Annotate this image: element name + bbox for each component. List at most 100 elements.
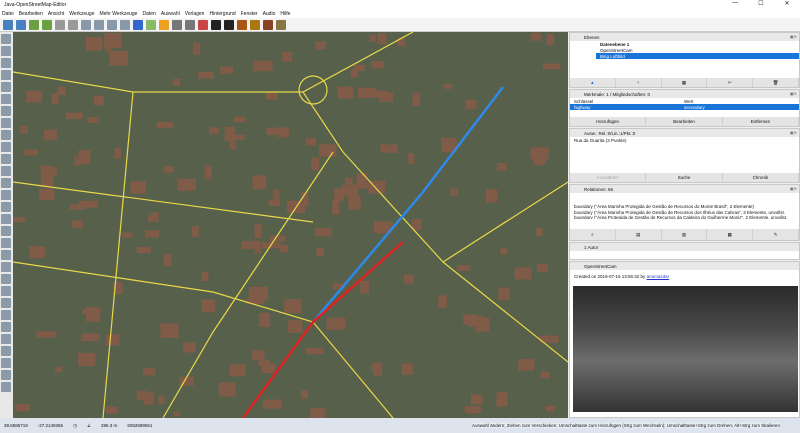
tool-button-icon[interactable] bbox=[1, 70, 11, 80]
menu-10[interactable]: Audio bbox=[263, 11, 276, 17]
tool-button-icon[interactable] bbox=[1, 262, 11, 272]
tool-button-icon[interactable] bbox=[1, 154, 11, 164]
delete-relation-button[interactable]: ▦ bbox=[707, 229, 754, 240]
relation-item[interactable]: boundary ("Área Protegida de Gestão de R… bbox=[570, 215, 799, 219]
toolbar-button-icon[interactable] bbox=[68, 20, 78, 30]
tool-button-icon[interactable] bbox=[1, 142, 11, 152]
toolbar-button-icon[interactable] bbox=[172, 20, 182, 30]
menu-8[interactable]: Hintergrund bbox=[209, 11, 235, 17]
tool-button-icon[interactable] bbox=[1, 334, 11, 344]
tool-button-icon[interactable] bbox=[1, 226, 11, 236]
toolbar-button-icon[interactable] bbox=[29, 20, 39, 30]
roof bbox=[109, 51, 129, 66]
merge-button[interactable]: ▦ bbox=[662, 78, 708, 87]
tool-button-icon[interactable] bbox=[1, 118, 11, 128]
move-down-button[interactable]: ▼ bbox=[616, 78, 662, 87]
history-button[interactable]: Chronik bbox=[723, 173, 799, 182]
tool-button-icon[interactable] bbox=[1, 370, 11, 380]
menu-1[interactable]: Bearbeiten bbox=[19, 11, 43, 17]
toolbar-button-icon[interactable] bbox=[107, 20, 117, 30]
tool-button-icon[interactable] bbox=[1, 250, 11, 260]
minimize-button[interactable]: — bbox=[722, 0, 748, 7]
map-view[interactable] bbox=[13, 32, 568, 418]
tool-button-icon[interactable] bbox=[1, 238, 11, 248]
tool-button-icon[interactable] bbox=[1, 130, 11, 140]
search-button[interactable]: Suche bbox=[646, 173, 723, 182]
street-photo bbox=[573, 286, 798, 412]
tool-button-icon[interactable] bbox=[1, 82, 11, 92]
panel-close-icon[interactable]: ▣✕ bbox=[790, 130, 797, 135]
toolbar-button-icon[interactable] bbox=[250, 20, 260, 30]
menu-6[interactable]: Auswahl bbox=[161, 11, 180, 17]
duplicate-button[interactable]: ✂ bbox=[707, 78, 754, 87]
roof bbox=[485, 189, 498, 203]
toolbar-button-icon[interactable] bbox=[55, 20, 65, 30]
maximize-button[interactable]: ☐ bbox=[748, 0, 774, 7]
toolbar-button-icon[interactable] bbox=[146, 20, 156, 30]
menu-7[interactable]: Vorlagen bbox=[185, 11, 205, 17]
toolbar-button-icon[interactable] bbox=[237, 20, 247, 30]
toolbar-button-icon[interactable] bbox=[94, 20, 104, 30]
user-link[interactable]: anumazdar bbox=[647, 274, 670, 279]
tool-button-icon[interactable] bbox=[1, 346, 11, 356]
menu-9[interactable]: Fenster bbox=[241, 11, 258, 17]
move-up-button[interactable]: ▲ bbox=[570, 78, 616, 87]
menu-5[interactable]: Daten bbox=[142, 11, 155, 17]
toolbar-button-icon[interactable] bbox=[133, 20, 143, 30]
menu-0[interactable]: Datei bbox=[2, 11, 14, 17]
tool-button-icon[interactable] bbox=[1, 202, 11, 212]
tool-button-icon[interactable] bbox=[1, 286, 11, 296]
menu-3[interactable]: Werkzeuge bbox=[69, 11, 94, 17]
delete-button[interactable]: Entfernen bbox=[723, 117, 799, 126]
toolbar-button-icon[interactable] bbox=[263, 20, 273, 30]
add-button[interactable]: Hinzufügen bbox=[570, 117, 647, 126]
tool-button-icon[interactable] bbox=[1, 190, 11, 200]
toolbar-button-icon[interactable] bbox=[42, 20, 52, 30]
tool-button-icon[interactable] bbox=[1, 94, 11, 104]
panel-close-icon[interactable]: ▣✕ bbox=[790, 34, 797, 39]
zoom-relation-button[interactable]: ⌕ bbox=[570, 229, 616, 240]
tool-button-icon[interactable] bbox=[1, 178, 11, 188]
menu-4[interactable]: Mehr Werkzeuge bbox=[99, 11, 137, 17]
toolbar-button-icon[interactable] bbox=[185, 20, 195, 30]
menu-11[interactable]: Hilfe bbox=[280, 11, 290, 17]
toolbar-button-icon[interactable] bbox=[198, 20, 208, 30]
add-relation-button[interactable]: ✎ bbox=[753, 229, 799, 240]
tool-button-icon[interactable] bbox=[1, 274, 11, 284]
tool-button-icon[interactable] bbox=[1, 310, 11, 320]
toolbar-button-icon[interactable] bbox=[159, 20, 169, 30]
duplicate-relation-button[interactable]: ▥ bbox=[662, 229, 708, 240]
tool-button-icon[interactable] bbox=[1, 166, 11, 176]
tool-button-icon[interactable] bbox=[1, 298, 11, 308]
tool-button-icon[interactable] bbox=[1, 106, 11, 116]
tool-button-icon[interactable] bbox=[1, 322, 11, 332]
toolbar-button-icon[interactable] bbox=[211, 20, 221, 30]
toolbar-button-icon[interactable] bbox=[276, 20, 286, 30]
roof bbox=[173, 411, 180, 417]
layer-item[interactable]: Bing Luftbild bbox=[596, 53, 799, 59]
toolbar-button-icon[interactable] bbox=[224, 20, 234, 30]
tool-button-icon[interactable] bbox=[1, 358, 11, 368]
toolbar-button-icon[interactable] bbox=[3, 20, 13, 30]
aerial-map[interactable] bbox=[13, 32, 568, 418]
tag-row[interactable]: highway secondary bbox=[570, 104, 799, 110]
selection-item[interactable]: Rua da Guarita (3 Punkte) bbox=[570, 137, 799, 143]
edit-button[interactable]: Bearbeiten bbox=[646, 117, 723, 126]
tool-button-icon[interactable] bbox=[1, 34, 11, 44]
toolbar-button-icon[interactable] bbox=[120, 20, 130, 30]
tool-button-icon[interactable] bbox=[1, 382, 11, 392]
tool-button-icon[interactable] bbox=[1, 58, 11, 68]
close-button[interactable]: ✕ bbox=[774, 0, 800, 7]
tool-button-icon[interactable] bbox=[1, 214, 11, 224]
edit-relation-button[interactable]: ▤ bbox=[616, 229, 662, 240]
panel-close-icon[interactable]: ▣✕ bbox=[790, 186, 797, 191]
roof bbox=[20, 125, 29, 134]
sidebar: Ebenen ▣✕ Datenebene 1 OpenStreetCam Bing… bbox=[569, 32, 800, 418]
panel-close-icon[interactable]: ▣✕ bbox=[790, 91, 797, 96]
menu-2[interactable]: Ansicht bbox=[48, 11, 64, 17]
toolbar-button-icon[interactable] bbox=[81, 20, 91, 30]
toolbar-button-icon[interactable] bbox=[16, 20, 26, 30]
delete-layer-button[interactable]: 🗑 bbox=[753, 78, 799, 87]
select-button[interactable]: Auswählen bbox=[570, 173, 647, 182]
tool-button-icon[interactable] bbox=[1, 46, 11, 56]
